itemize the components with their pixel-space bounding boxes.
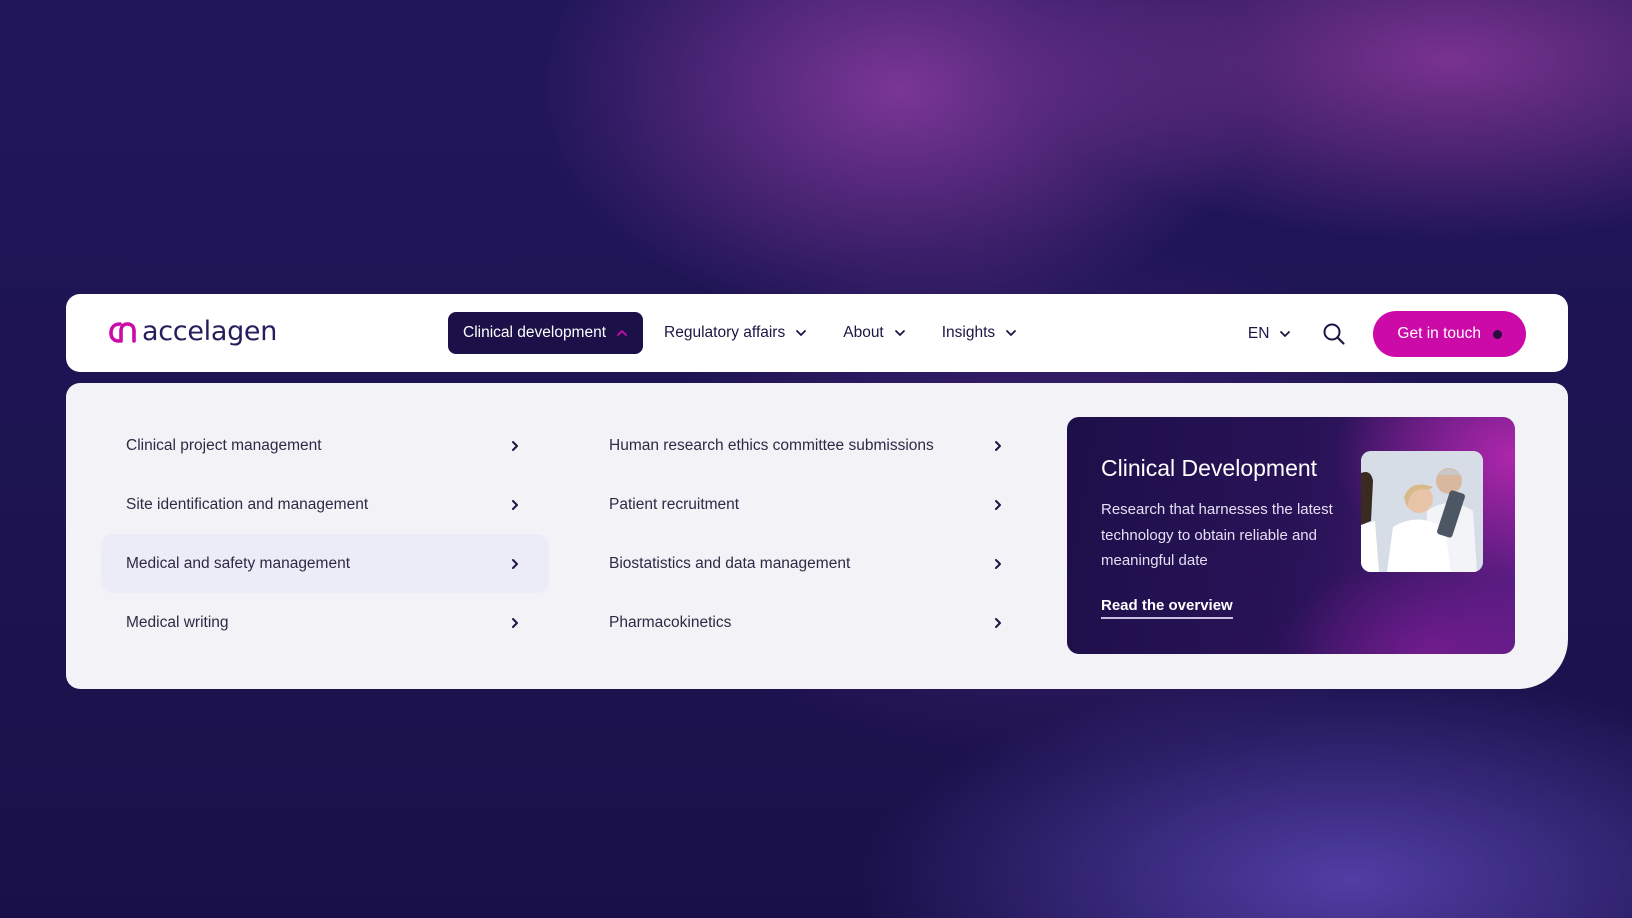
cta-label: Get in touch (1397, 325, 1481, 342)
get-in-touch-button[interactable]: Get in touch (1373, 311, 1526, 357)
menu-item-label: Biostatistics and data management (609, 554, 851, 572)
search-icon (1323, 323, 1346, 345)
read-overview-link[interactable]: Read the overview (1101, 597, 1233, 619)
feature-title: Clinical Development (1101, 455, 1318, 481)
chevron-right-icon (512, 440, 518, 451)
menu-item-ethics-committee-submissions[interactable]: Human research ethics committee submissi… (584, 416, 1032, 475)
menu-item-label: Pharmacokinetics (609, 613, 732, 631)
menu-item-clinical-project-management[interactable]: Clinical project management (101, 416, 549, 475)
menu-item-medical-safety-management[interactable]: Medical and safety management (101, 534, 549, 593)
chevron-right-icon (995, 617, 1001, 628)
nav-item-insights[interactable]: Insights (927, 312, 1032, 354)
brand-name: accelagen (142, 316, 278, 347)
nav-item-clinical-development[interactable]: Clinical development (448, 312, 644, 354)
language-label: EN (1247, 325, 1270, 342)
chevron-right-icon (995, 499, 1001, 510)
language-selector[interactable]: EN (1248, 325, 1292, 343)
chevron-right-icon (512, 617, 518, 628)
primary-nav: Clinical development Regulatory affairs … (448, 312, 1038, 354)
scientists-photo (1361, 451, 1483, 572)
scientists-illustration (1361, 451, 1483, 572)
brand-logo[interactable]: accelagen (108, 316, 277, 347)
accelagen-logo-icon (109, 321, 136, 343)
nav-actions: EN Get in touch (1248, 311, 1526, 357)
chevron-up-icon (617, 330, 627, 336)
menu-item-label: Medical and safety management (126, 554, 351, 572)
feature-card: Clinical Development Research that harne… (1067, 417, 1515, 654)
menu-item-label: Site identification and management (126, 495, 369, 513)
menu-item-site-identification[interactable]: Site identification and management (101, 475, 549, 534)
chevron-right-icon (995, 558, 1001, 569)
nav-item-regulatory-affairs[interactable]: Regulatory affairs (649, 312, 822, 354)
feature-description: Research that harnesses the latest techn… (1101, 501, 1333, 569)
chevron-down-icon (796, 330, 807, 336)
chevron-right-icon (512, 558, 518, 569)
menu-item-medical-writing[interactable]: Medical writing (101, 593, 549, 652)
nav-item-about[interactable]: About (828, 312, 921, 354)
chevron-down-icon (894, 330, 905, 336)
chevron-down-icon (1280, 331, 1291, 337)
menu-item-label: Medical writing (126, 613, 229, 631)
dropdown-column-2: Human research ethics committee submissi… (584, 416, 1032, 652)
menu-item-biostatistics[interactable]: Biostatistics and data management (584, 534, 1032, 593)
nav-item-label: Regulatory affairs (664, 324, 786, 341)
menu-item-label: Patient recruitment (609, 495, 740, 513)
clinical-development-dropdown: Clinical project management Site identif… (66, 383, 1568, 689)
nav-item-label: About (843, 324, 884, 341)
menu-item-pharmacokinetics[interactable]: Pharmacokinetics (584, 593, 1032, 652)
chevron-right-icon (512, 499, 518, 510)
nav-item-label: Clinical development (463, 324, 607, 341)
menu-item-label: Clinical project management (126, 436, 322, 454)
menu-item-label: Human research ethics committee submissi… (609, 436, 934, 454)
chevron-right-icon (995, 440, 1001, 451)
dropdown-column-1: Clinical project management Site identif… (101, 416, 549, 652)
nav-item-label: Insights (941, 324, 996, 341)
menu-item-patient-recruitment[interactable]: Patient recruitment (584, 475, 1032, 534)
search-button[interactable] (1321, 321, 1347, 347)
cta-dot-icon (1493, 329, 1502, 339)
chevron-down-icon (1006, 330, 1017, 336)
main-navbar: accelagen Clinical development Regulator… (66, 294, 1568, 372)
